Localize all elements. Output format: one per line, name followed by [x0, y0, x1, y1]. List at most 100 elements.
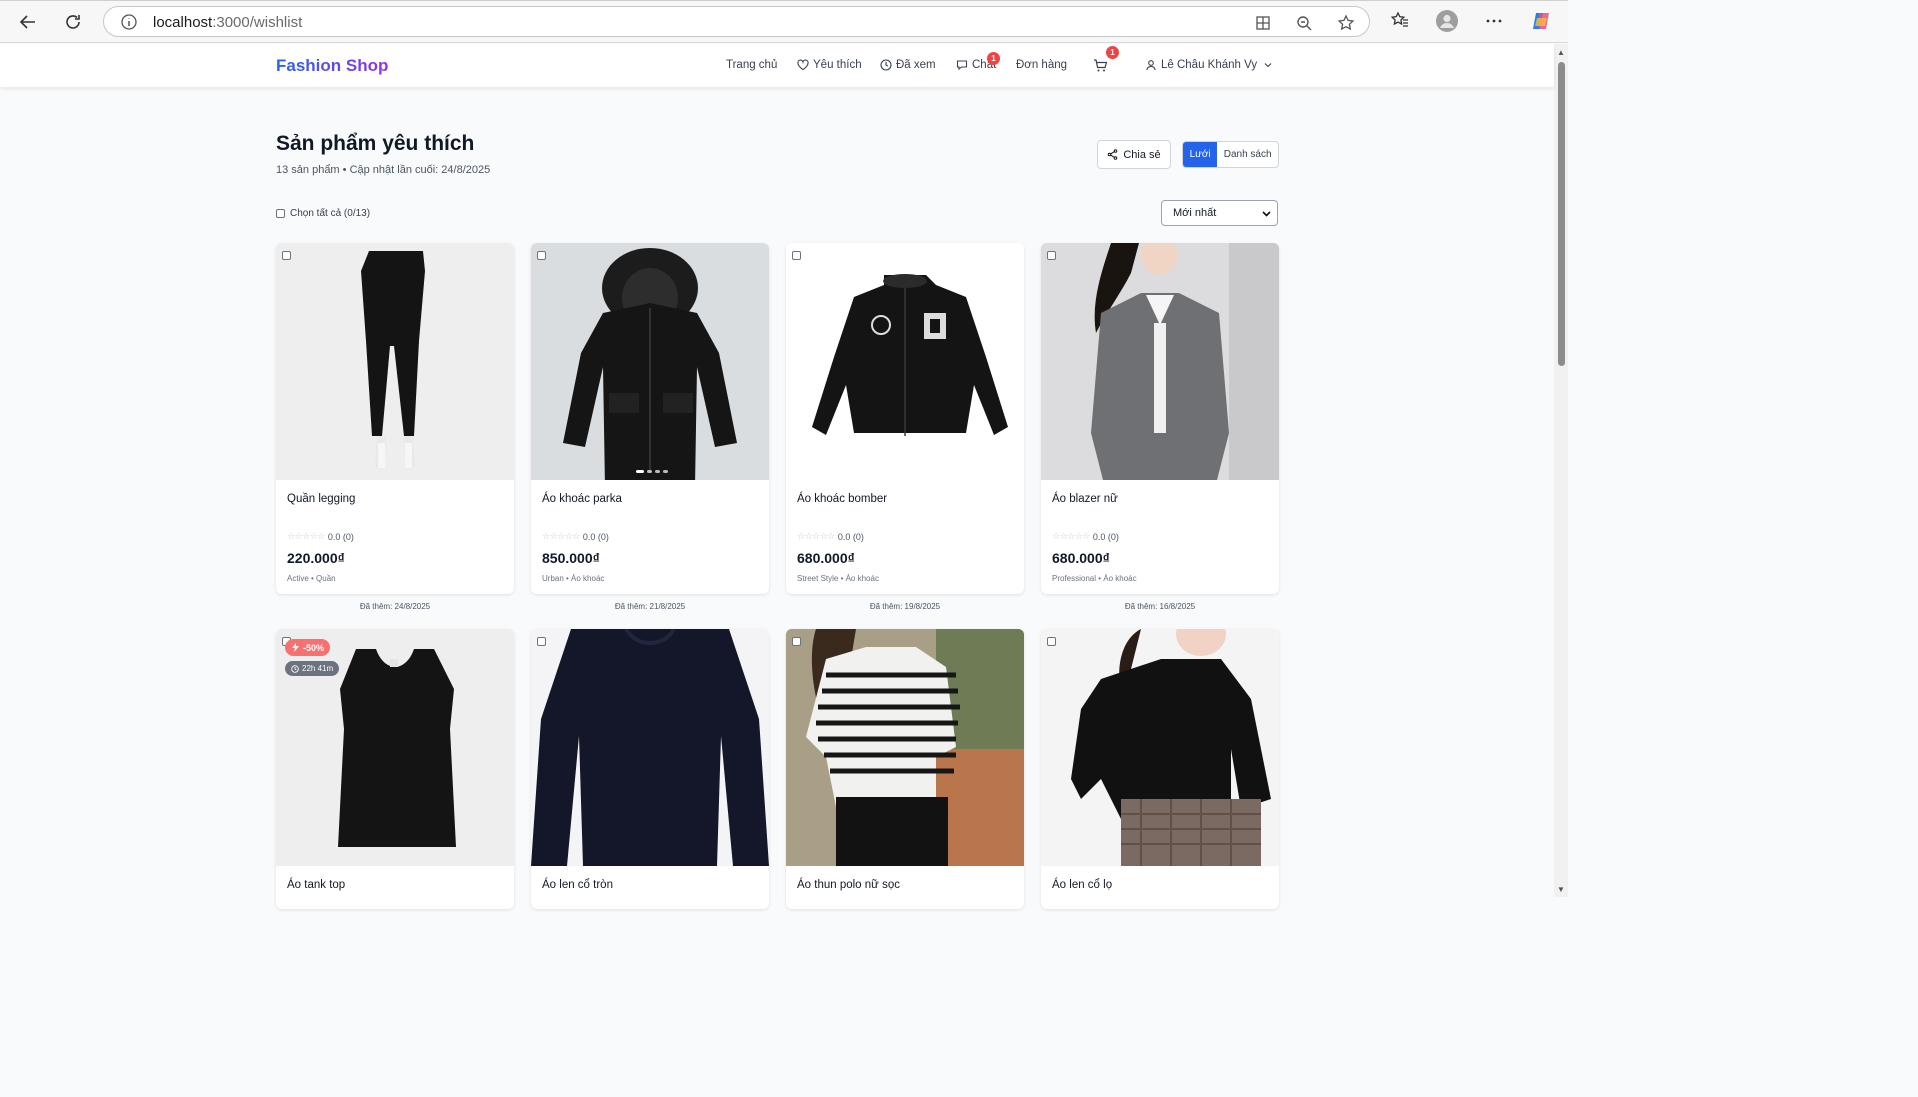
product-name[interactable]: Áo khoác bomber: [797, 493, 887, 505]
nav-wishlist[interactable]: Yêu thích: [797, 59, 862, 71]
nav-home[interactable]: Trang chủ: [726, 59, 777, 71]
page-title: Sản phẩm yêu thích: [276, 132, 475, 155]
product-checkbox[interactable]: [537, 251, 546, 260]
product-image[interactable]: [276, 243, 514, 480]
share-icon: [1108, 149, 1118, 160]
favorite-star-icon[interactable]: [1337, 14, 1357, 32]
product-meta: Urban • Áo khoác: [542, 574, 605, 583]
product-image[interactable]: [1041, 629, 1279, 866]
scrollbar-thumb[interactable]: [1558, 62, 1565, 366]
sale-percent: -50%: [303, 642, 325, 653]
select-all-checkbox[interactable]: [276, 209, 285, 218]
heart-icon: [797, 59, 809, 71]
countdown-time: 22h 41m: [302, 664, 334, 673]
nav-viewed-label: Đã xem: [896, 59, 936, 71]
product-name[interactable]: Quần legging: [287, 493, 355, 505]
product-card[interactable]: Áo len cổ lọ: [1041, 629, 1279, 909]
sale-badge: -50%: [285, 639, 331, 656]
product-image[interactable]: [786, 629, 1024, 866]
back-icon[interactable]: [14, 8, 42, 36]
user-icon: [1146, 60, 1156, 71]
cart-icon: [1094, 59, 1108, 72]
product-checkbox[interactable]: [792, 637, 801, 646]
rating-value: 0.0 (0): [582, 531, 609, 542]
product-meta: Professional • Áo khoác: [1052, 574, 1137, 583]
product-checkbox[interactable]: [1047, 637, 1056, 646]
copilot-icon[interactable]: [1530, 10, 1552, 37]
product-meta: Active • Quần: [287, 574, 336, 583]
chevron-down-icon: [1264, 63, 1272, 68]
product-image[interactable]: [1041, 243, 1279, 480]
reload-icon[interactable]: [59, 8, 87, 36]
cart-badge: 1: [1106, 46, 1119, 59]
clock-icon: [880, 59, 892, 71]
select-all-label: Chọn tất cả (0/13): [290, 208, 371, 219]
grid-view-button[interactable]: Lưới: [1183, 142, 1218, 167]
product-rating: ☆☆☆☆☆ 0.0 (0): [797, 531, 864, 542]
scroll-up-icon[interactable]: ▲: [1556, 48, 1566, 58]
product-checkbox[interactable]: [1047, 251, 1056, 260]
profile-avatar-icon[interactable]: [1436, 10, 1458, 37]
product-rating: ☆☆☆☆☆ 0.0 (0): [1052, 531, 1119, 542]
chat-icon: [956, 60, 968, 71]
browser-toolbar: localhost:3000/wishlist: [0, 0, 1568, 43]
site-info-icon[interactable]: [120, 13, 138, 31]
added-date: Đã thêm: 24/8/2025: [359, 602, 431, 611]
product-rating: ☆☆☆☆☆ 0.0 (0): [287, 531, 354, 542]
address-bar[interactable]: localhost:3000/wishlist: [103, 6, 1370, 37]
star-rating-icon: ☆☆☆☆☆: [542, 531, 580, 541]
product-name[interactable]: Áo tank top: [287, 879, 345, 891]
user-menu[interactable]: Lê Châu Khánh Vy: [1145, 59, 1273, 71]
star-rating-icon: ☆☆☆☆☆: [287, 531, 325, 541]
product-checkbox[interactable]: [792, 251, 801, 260]
product-price: 680.000₫: [1052, 550, 1110, 566]
site-logo[interactable]: Fashion Shop: [276, 56, 388, 76]
product-name[interactable]: Áo blazer nữ: [1052, 493, 1118, 505]
share-button[interactable]: Chia sẻ: [1097, 140, 1171, 169]
product-price: 220.000₫: [287, 550, 345, 566]
product-image[interactable]: [786, 243, 1024, 480]
more-options-icon[interactable]: [1485, 12, 1503, 35]
product-card[interactable]: Áo thun polo nữ sọc: [786, 629, 1024, 909]
scroll-down-icon[interactable]: ▼: [1556, 885, 1566, 895]
nav-viewed[interactable]: Đã xem: [880, 59, 936, 71]
countdown-badge: 22h 41m: [285, 661, 340, 676]
sort-value: Mới nhất: [1173, 207, 1217, 219]
list-view-button[interactable]: Danh sách: [1217, 142, 1278, 167]
flash-icon: [292, 643, 299, 652]
user-name: Lê Châu Khánh Vy: [1161, 59, 1258, 71]
added-date: Đã thêm: 21/8/2025: [614, 602, 686, 611]
app-available-icon[interactable]: [1254, 14, 1274, 32]
select-all[interactable]: Chọn tất cả (0/13): [276, 208, 370, 219]
product-price: 680.000₫: [797, 550, 855, 566]
product-card[interactable]: Áo khoác bomber ☆☆☆☆☆ 0.0 (0) 680.000₫ S…: [786, 243, 1024, 594]
nav-home-label: Trang chủ: [726, 59, 778, 71]
product-checkbox[interactable]: [537, 637, 546, 646]
product-image[interactable]: [531, 629, 769, 866]
rating-value: 0.0 (0): [837, 531, 864, 542]
product-image[interactable]: [531, 243, 769, 480]
added-date: Đã thêm: 19/8/2025: [869, 602, 941, 611]
product-card[interactable]: Quần legging ☆☆☆☆☆ 0.0 (0) 220.000₫ Acti…: [276, 243, 514, 594]
cart-button[interactable]: [1093, 58, 1108, 73]
site-header: Fashion Shop Trang chủ Yêu thích Đã xem …: [0, 44, 1554, 87]
image-carousel-dots[interactable]: [636, 470, 668, 473]
product-card[interactable]: Áo blazer nữ ☆☆☆☆☆ 0.0 (0) 680.000₫ Prof…: [1041, 243, 1279, 594]
product-card[interactable]: Áo len cổ tròn: [531, 629, 769, 909]
sort-select[interactable]: Mới nhất: [1161, 200, 1278, 226]
nav-orders[interactable]: Đơn hàng: [1016, 59, 1067, 71]
favorites-icon[interactable]: [1390, 10, 1410, 35]
zoom-icon[interactable]: [1295, 14, 1315, 32]
product-name[interactable]: Áo len cổ lọ: [1052, 879, 1112, 891]
url-text: localhost:3000/wishlist: [153, 14, 302, 31]
product-card[interactable]: -50% 22h 41m Áo tank top: [276, 629, 514, 909]
tab-strip-edge: [0, 0, 1568, 1]
rating-value: 0.0 (0): [1092, 531, 1119, 542]
product-name[interactable]: Áo len cổ tròn: [542, 879, 613, 891]
url-host: localhost: [153, 14, 213, 31]
added-date: Đã thêm: 16/8/2025: [1124, 602, 1196, 611]
product-name[interactable]: Áo thun polo nữ sọc: [797, 879, 900, 891]
product-card[interactable]: Áo khoác parka ☆☆☆☆☆ 0.0 (0) 850.000₫ Ur…: [531, 243, 769, 594]
product-checkbox[interactable]: [282, 251, 291, 260]
product-name[interactable]: Áo khoác parka: [542, 493, 622, 505]
